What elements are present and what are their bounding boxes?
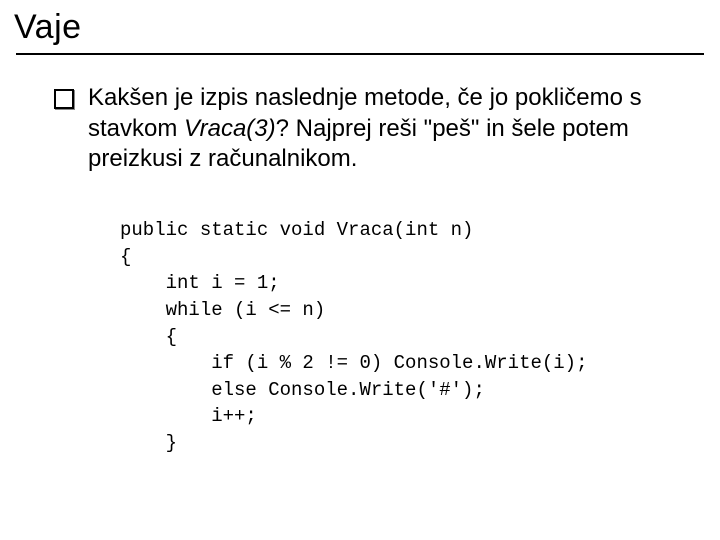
- slide: Vaje Kakšen je izpis naslednje metode, č…: [0, 0, 720, 540]
- code-line: {: [120, 326, 177, 348]
- bullet-text-italic: Vraca(3): [184, 115, 276, 142]
- code-line: public static void Vraca(int n): [120, 219, 473, 241]
- code-line: else Console.Write('#');: [120, 379, 485, 401]
- code-line: }: [120, 432, 177, 454]
- page-title: Vaje: [0, 0, 720, 51]
- code-line: {: [120, 246, 131, 268]
- bullet-text: Kakšen je izpis naslednje metode, če jo …: [88, 83, 680, 175]
- code-block: public static void Vraca(int n) { int i …: [120, 217, 680, 456]
- code-line: i++;: [120, 405, 257, 427]
- code-line: while (i <= n): [120, 299, 325, 321]
- code-line: if (i % 2 != 0) Console.Write(i);: [120, 352, 587, 374]
- body: Kakšen je izpis naslednje metode, če jo …: [0, 55, 720, 457]
- bullet-item: Kakšen je izpis naslednje metode, če jo …: [54, 83, 680, 175]
- code-line: int i = 1;: [120, 272, 280, 294]
- square-bullet-icon: [54, 89, 74, 109]
